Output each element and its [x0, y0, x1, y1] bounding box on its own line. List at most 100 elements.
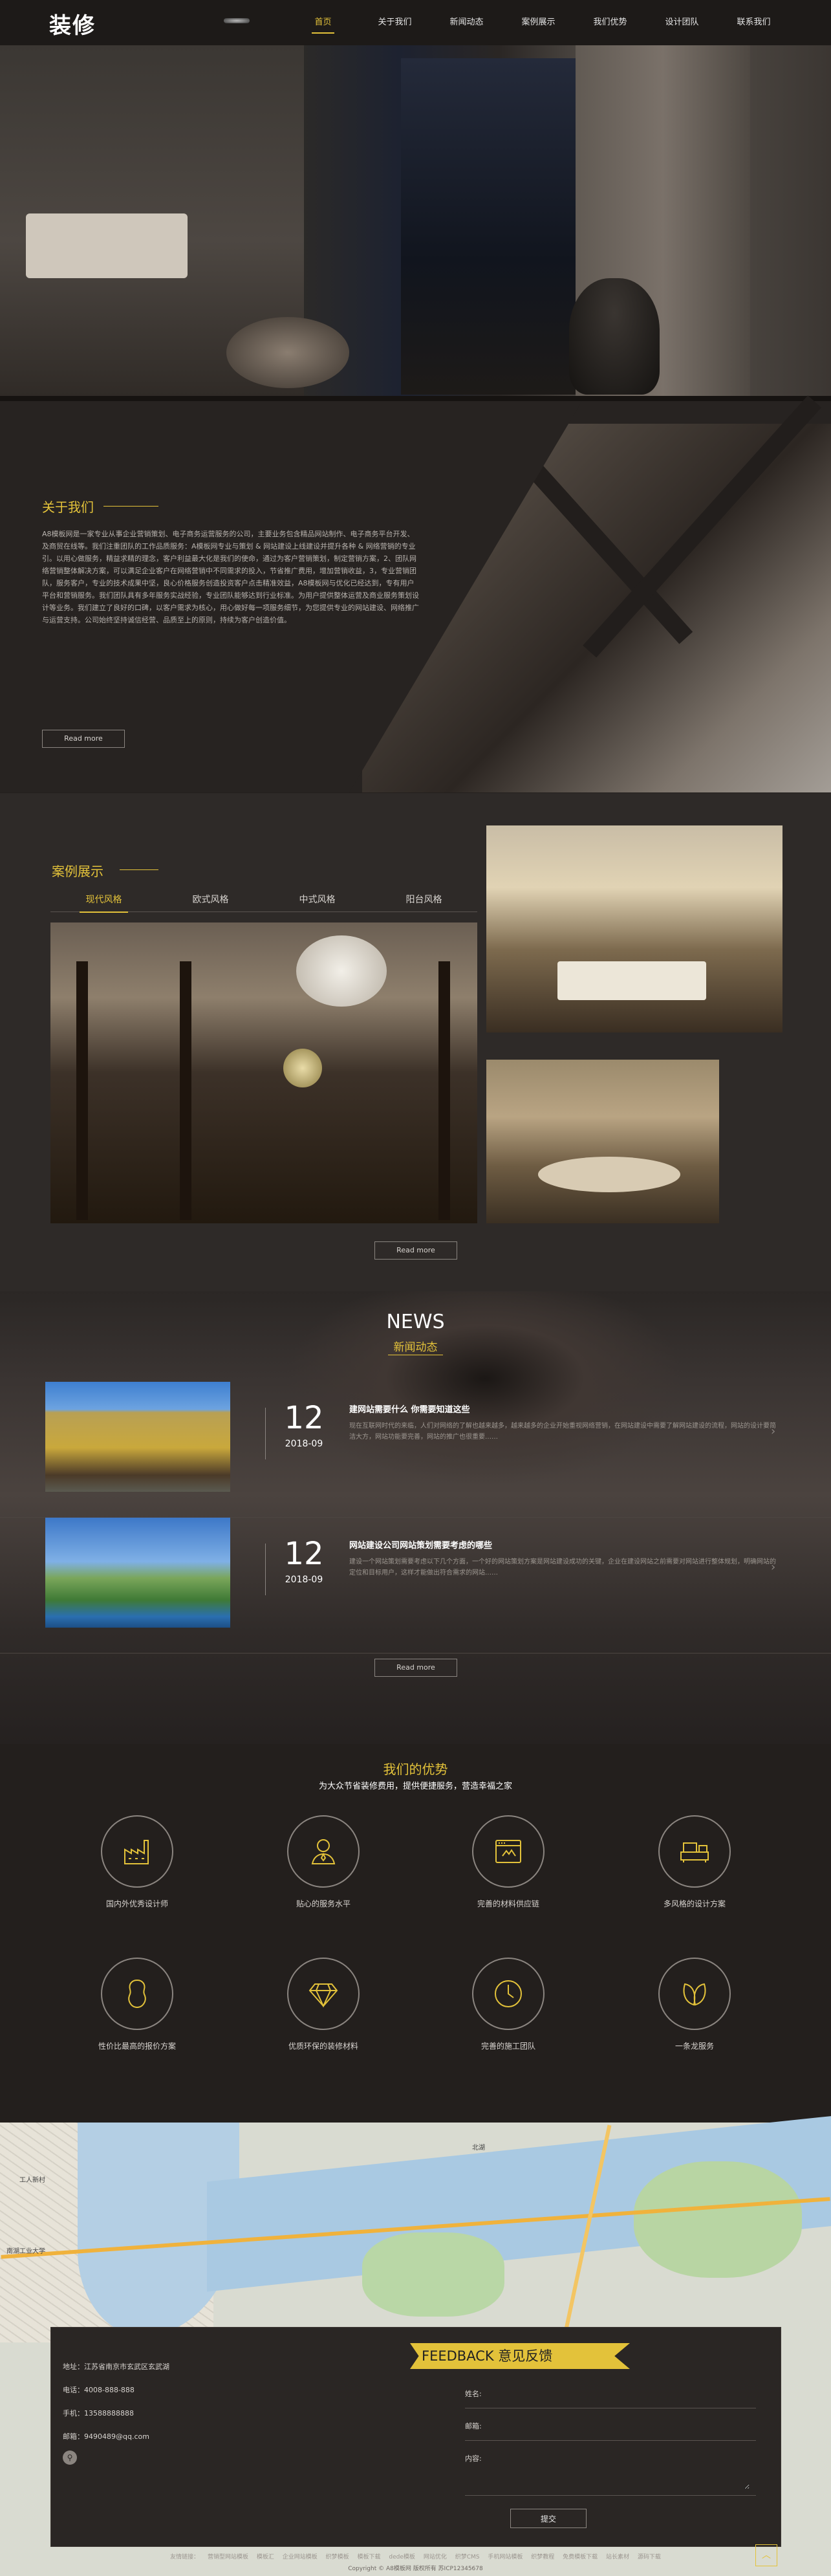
- news-divider: [265, 1544, 266, 1595]
- hero-vase: [569, 278, 660, 395]
- nav-advantages[interactable]: 我们优势: [574, 0, 646, 45]
- friend-link[interactable]: 织梦教程: [531, 2554, 554, 2560]
- map-label: 南湖工业大学: [6, 2248, 45, 2255]
- feedback-email-input[interactable]: [491, 2416, 750, 2435]
- advantage-item[interactable]: 性价比最高的报价方案: [72, 1958, 202, 2074]
- nav-contact[interactable]: 联系我们: [718, 0, 790, 45]
- tab-european[interactable]: 欧式风格: [157, 890, 264, 911]
- friend-link[interactable]: 网站优化: [424, 2554, 447, 2560]
- tab-chinese[interactable]: 中式风格: [264, 890, 371, 911]
- news-divider: [265, 1408, 266, 1459]
- nav-home[interactable]: 首页: [287, 0, 359, 45]
- advantage-item[interactable]: 优质环保的装修材料: [259, 1958, 388, 2074]
- feedback-email-row: 邮箱:: [465, 2412, 756, 2441]
- cases-tabs: 现代风格 欧式风格 中式风格 阳台风格: [50, 890, 477, 913]
- case-lantern: [296, 935, 387, 1007]
- feedback-content-input[interactable]: [491, 2448, 750, 2489]
- nav-cases[interactable]: 案例展示: [502, 0, 574, 45]
- news-headline[interactable]: 网站建设公司网站策划需要考虑的哪些: [349, 1538, 492, 1551]
- advantages-section: 我们的优势 为大众节省装修费用，提供便捷服务，营造幸福之家 国内外优秀设计师 贴…: [0, 1744, 831, 2123]
- friend-link[interactable]: 站长素材: [606, 2554, 629, 2560]
- contact-address: 地址：江苏省南京市玄武区玄武湖: [63, 2363, 169, 2371]
- friend-link[interactable]: 企业网站模板: [283, 2554, 318, 2560]
- news-thumbnail[interactable]: [45, 1518, 230, 1628]
- contact-email: 邮箱：9490489@qq.com: [63, 2432, 149, 2441]
- friend-link[interactable]: 模板下载: [358, 2554, 381, 2560]
- news-item[interactable]: 12 2018-09 建网站需要什么 你需要知道这些 现在互联网时代的来临，人们…: [0, 1382, 831, 1518]
- back-to-top-icon[interactable]: ︿: [755, 2544, 777, 2566]
- cases-title: 案例展示: [52, 864, 103, 879]
- case-image-bottom-right[interactable]: [486, 1060, 719, 1223]
- hero-coffee-table: [226, 317, 349, 388]
- case-image-top-right[interactable]: [486, 825, 782, 1032]
- contact-panel: 地址：江苏省南京市玄武区玄武湖 电话：4008-888-888 手机：13588…: [50, 2327, 781, 2547]
- contact-mobile: 手机：13588888888: [63, 2409, 134, 2418]
- advantage-item[interactable]: 多风格的设计方案: [630, 1815, 759, 1932]
- feedback-submit-button[interactable]: 提交: [510, 2509, 587, 2528]
- cases-read-more-button[interactable]: Read more: [374, 1241, 457, 1260]
- advantage-label: 贴心的服务水平: [296, 1899, 351, 1908]
- news-thumbnail[interactable]: [45, 1382, 230, 1492]
- feedback-banner: FEEDBACK 意见反馈: [410, 2343, 630, 2369]
- feedback-name-input[interactable]: [491, 2383, 750, 2403]
- about-read-more-button[interactable]: Read more: [42, 730, 125, 748]
- friend-link[interactable]: 织梦模板: [326, 2554, 349, 2560]
- case-moon-window: [283, 1049, 322, 1087]
- news-summary: 建设一个网站策划需要考虑以下几个方面，一个好的网站策划方案是网站建设成功的关键，…: [349, 1558, 776, 1577]
- news-read-more-button[interactable]: Read more: [374, 1659, 457, 1677]
- news-section: NEWS 新闻动态 12 2018-09 建网站需要什么 你需要知道这些 现在互…: [0, 1291, 831, 1744]
- factory-icon: [101, 1815, 173, 1888]
- case-column: [76, 961, 88, 1220]
- news-item[interactable]: 12 2018-09 网站建设公司网站策划需要考虑的哪些 建设一个网站策划需要考…: [0, 1518, 831, 1654]
- news-title: NEWS: [386, 1311, 445, 1333]
- about-text: A8模板网是一家专业从事企业营销策划、电子商务运营服务的公司，主要业务包含精品网…: [42, 530, 419, 624]
- nav-team[interactable]: 设计团队: [646, 0, 718, 45]
- advantage-label: 国内外优秀设计师: [105, 1899, 168, 1908]
- advantages-subtitle: 为大众节省装修费用，提供便捷服务，营造幸福之家: [318, 1782, 512, 1791]
- case-image-large[interactable]: [50, 922, 477, 1223]
- advantage-item[interactable]: 完善的材料供应链: [444, 1815, 573, 1932]
- friend-link[interactable]: 免费模板下载: [563, 2554, 598, 2560]
- nav-news[interactable]: 新闻动态: [431, 0, 502, 45]
- friend-link[interactable]: 手机网站模板: [488, 2554, 523, 2560]
- friend-link[interactable]: 织梦CMS: [455, 2554, 480, 2560]
- news-day: 12: [284, 1400, 324, 1436]
- friend-link[interactable]: 营销型网站模板: [208, 2554, 248, 2560]
- map-label: 工人新村: [19, 2177, 45, 2184]
- person-icon: [287, 1815, 360, 1888]
- friend-links: 友情链接： 营销型网站模板 模板汇 企业网站模板 织梦模板 模板下载 dede模…: [0, 2552, 831, 2560]
- friend-link[interactable]: 源码下载: [638, 2554, 661, 2560]
- page: 装修 首页 关于我们 新闻动态 案例展示 我们优势 设计团队 联系我们 关于我们…: [0, 0, 831, 2576]
- advantage-item[interactable]: 一条龙服务: [630, 1958, 759, 2074]
- cases-title-line: [120, 869, 158, 870]
- tab-modern[interactable]: 现代风格: [50, 890, 157, 913]
- advantage-label: 完善的施工团队: [480, 2042, 535, 2051]
- nav-about[interactable]: 关于我们: [359, 0, 431, 45]
- tab-balcony[interactable]: 阳台风格: [371, 890, 477, 911]
- advantage-label: 一条龙服务: [675, 2042, 714, 2051]
- advantages-title: 我们的优势: [383, 1762, 448, 1777]
- advantage-item[interactable]: 完善的施工团队: [444, 1958, 573, 2074]
- contact-phone: 电话：4008-888-888: [63, 2386, 135, 2394]
- sofa-icon: [658, 1815, 731, 1888]
- case-dining-table: [538, 1157, 680, 1192]
- friend-link[interactable]: 模板汇: [257, 2554, 274, 2560]
- friend-links-label: 友情链接：: [170, 2554, 200, 2560]
- news-year-month: 2018-09: [285, 1575, 323, 1585]
- news-separator: [0, 1653, 831, 1654]
- hero-banner: [0, 45, 831, 401]
- hero-divider: [0, 396, 831, 401]
- clock-icon: [472, 1958, 545, 2030]
- site-logo[interactable]: 装修: [49, 8, 96, 39]
- case-sofa: [557, 961, 706, 1000]
- advantage-label: 完善的材料供应链: [477, 1899, 539, 1908]
- chevron-right-icon[interactable]: ›: [771, 1424, 775, 1438]
- friend-link[interactable]: dede模板: [389, 2554, 415, 2560]
- advantage-item[interactable]: 国内外优秀设计师: [72, 1815, 202, 1932]
- news-headline[interactable]: 建网站需要什么 你需要知道这些: [349, 1403, 470, 1415]
- news-summary: 现在互联网时代的来临，人们对网络的了解也越来越多，越来越多的企业开始重视网络营销…: [349, 1423, 776, 1441]
- case-column: [180, 961, 191, 1220]
- chevron-right-icon[interactable]: ›: [771, 1560, 775, 1574]
- advantage-item[interactable]: 贴心的服务水平: [259, 1815, 388, 1932]
- diamond-icon: [287, 1958, 360, 2030]
